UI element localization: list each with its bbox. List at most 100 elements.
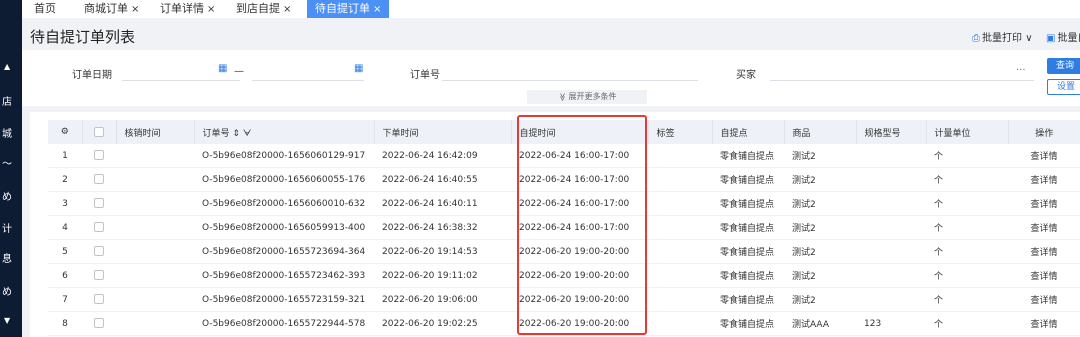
product-cell: 测试2 [784, 144, 856, 168]
order-no-cell: O-5b96e08f20000-1656060010-632 [194, 191, 374, 216]
column-header: 自提点 [711, 120, 784, 144]
unit-cell: 个 [926, 263, 1008, 288]
product-cell: 测试2 [784, 287, 856, 312]
settings-button[interactable]: 设置 [1047, 79, 1080, 95]
view-detail-link[interactable]: 查详情 [1008, 191, 1080, 216]
pickup-time-cell: 2022-06-24 16:00-17:00 [511, 167, 648, 192]
order-time-cell: 2022-06-24 16:40:11 [374, 191, 511, 216]
sidebar-item-glyph[interactable]: 〜 [0, 155, 22, 170]
column-header-order-no[interactable]: 订单号 ⇕ ᗄ [193, 120, 374, 144]
tab-label: 首页 [34, 2, 56, 15]
pickup-time-cell: 2022-06-20 19:00-20:00 [511, 263, 648, 288]
batch-more-button[interactable]: ▣批量自 [1046, 29, 1080, 44]
buyer-label: 买家 [736, 70, 756, 81]
date-separator: — [234, 66, 244, 77]
row-checkbox[interactable] [82, 263, 116, 288]
batch-print-label: 批量打印 [982, 33, 1022, 44]
table-row: 3 O-5b96e08f20000-1656060010-632 2022-06-2… [48, 191, 1080, 216]
verify-time-cell [116, 287, 194, 312]
pickup-time-cell: 2022-06-20 19:00-20:00 [511, 287, 648, 312]
order-no-cell: O-5b96e08f20000-1656060129-917 [194, 144, 374, 168]
close-icon[interactable]: × [207, 4, 215, 15]
left-sidebar: ▲ 店 城 〜 め 计 息 め ▼ [0, 0, 22, 337]
view-detail-link[interactable]: 查详情 [1008, 239, 1080, 264]
order-date-label: 订单日期 [72, 70, 112, 81]
column-header: 操作 [1007, 120, 1080, 144]
pickup-point-cell: 零食铺自提点 [712, 287, 784, 312]
tab-mall-orders[interactable]: 商城订单 × [80, 0, 143, 18]
pickup-time-cell: 2022-06-24 16:00-17:00 [511, 191, 648, 216]
order-no-cell: O-5b96e08f20000-1655723159-321 [194, 287, 374, 312]
filter-panel: 订单日期 ▦ — ▦ 订单号 买家 ··· ≫ 展开更多条件 查询 设置 [22, 50, 1080, 106]
order-table: ⚙ 核销时间 订单号 ⇕ ᗄ 下单时间 自提时间 标签 自提点 商品 规格型号 … [48, 120, 1080, 336]
order-date-end-field[interactable] [252, 80, 364, 81]
view-detail-link[interactable]: 查详情 [1008, 167, 1080, 192]
order-time-cell: 2022-06-24 16:38:32 [374, 215, 511, 240]
table-row: 4 O-5b96e08f20000-1656059913-400 2022-06-2… [48, 215, 1080, 240]
sort-icon[interactable]: ⇕ [232, 129, 240, 139]
table-row: 8 O-5b96e08f20000-1655722944-578 2022-06-2… [48, 311, 1080, 336]
tag-cell [648, 215, 712, 240]
view-detail-link[interactable]: 查详情 [1008, 215, 1080, 240]
tab-pending-pickup[interactable]: 待自提订单 × [307, 0, 390, 18]
pickup-point-cell: 零食铺自提点 [712, 144, 784, 168]
query-button[interactable]: 查询 [1047, 58, 1080, 74]
select-all-checkbox[interactable] [81, 120, 116, 144]
product-cell: 测试2 [784, 215, 856, 240]
view-detail-link[interactable]: 查详情 [1008, 287, 1080, 312]
row-index: 8 [48, 311, 82, 336]
tab-store-pickup[interactable]: 到店自提 × [232, 0, 295, 18]
verify-time-cell [116, 311, 194, 336]
tag-cell [648, 191, 712, 216]
batch-print-button[interactable]: ⎙ 批量打印 ∨ [972, 29, 1033, 44]
row-checkbox[interactable] [82, 215, 116, 240]
order-no-cell: O-5b96e08f20000-1655722944-578 [194, 311, 374, 336]
row-checkbox[interactable] [82, 239, 116, 264]
table-row: 6 O-5b96e08f20000-1655723462-393 2022-06-2… [48, 263, 1080, 288]
sidebar-item-glyph[interactable]: め [0, 283, 22, 298]
calendar-icon[interactable]: ▦ [354, 63, 363, 74]
verify-time-cell [116, 263, 194, 288]
collapse-down-icon[interactable]: ▼ [4, 316, 10, 325]
column-header-label: 订单号 [202, 128, 230, 139]
tab-label: 到店自提 [236, 2, 280, 15]
buyer-field[interactable] [770, 80, 1034, 81]
pickup-point-cell: 零食铺自提点 [712, 239, 784, 264]
close-icon[interactable]: × [131, 4, 139, 15]
sidebar-item-glyph[interactable]: 城 [0, 125, 22, 140]
row-checkbox[interactable] [82, 287, 116, 312]
unit-cell: 个 [926, 287, 1008, 312]
close-icon[interactable]: × [373, 4, 381, 15]
calendar-icon[interactable]: ▦ [218, 63, 227, 74]
close-icon[interactable]: × [283, 4, 291, 15]
order-no-field[interactable] [442, 80, 698, 81]
row-checkbox[interactable] [82, 144, 116, 168]
view-detail-link[interactable]: 查详情 [1008, 311, 1080, 336]
tab-home[interactable]: 首页 [30, 0, 60, 18]
row-checkbox[interactable] [82, 311, 116, 336]
view-detail-link[interactable]: 查详情 [1008, 263, 1080, 288]
column-header: 计量单位 [925, 120, 1008, 144]
sidebar-item-glyph[interactable]: め [0, 188, 22, 203]
spec-cell [856, 239, 926, 264]
tab-label: 订单详情 [160, 2, 204, 15]
row-checkbox[interactable] [82, 167, 116, 192]
sidebar-item-glyph[interactable]: 计 [0, 220, 22, 235]
order-time-cell: 2022-06-20 19:06:00 [374, 287, 511, 312]
verify-time-cell [116, 191, 194, 216]
order-date-start-field[interactable] [122, 80, 240, 81]
column-header: 商品 [783, 120, 856, 144]
sidebar-item-glyph[interactable]: 店 [0, 93, 22, 108]
view-detail-link[interactable]: 查详情 [1008, 144, 1080, 168]
expand-more-conditions[interactable]: ≫ 展开更多条件 [527, 90, 647, 104]
column-settings-icon[interactable]: ⚙ [48, 120, 82, 144]
collapse-up-icon[interactable]: ▲ [4, 62, 10, 71]
row-checkbox[interactable] [82, 191, 116, 216]
sidebar-item-glyph[interactable]: 息 [0, 250, 22, 265]
tag-cell [648, 287, 712, 312]
filter-icon[interactable]: ᗄ [243, 129, 251, 139]
more-options-icon[interactable]: ··· [1016, 65, 1026, 76]
column-header: 规格型号 [855, 120, 926, 144]
row-index: 4 [48, 215, 82, 240]
tab-order-detail[interactable]: 订单详情 × [156, 0, 219, 18]
